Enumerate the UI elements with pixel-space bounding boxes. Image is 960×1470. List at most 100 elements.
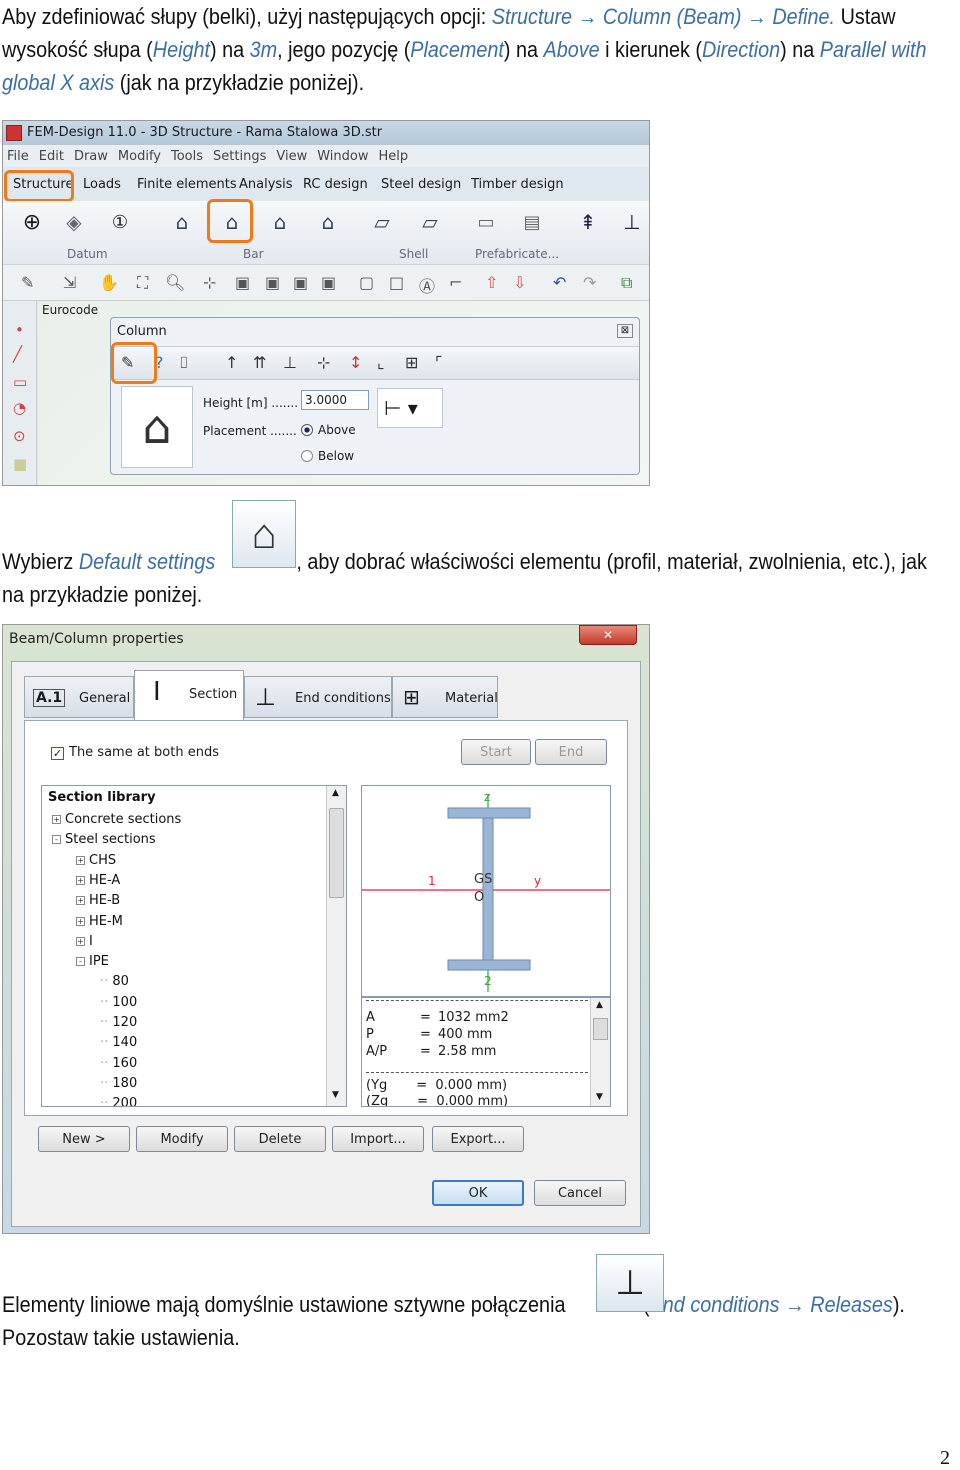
start-button[interactable]: Start [461,739,531,765]
expand-icon[interactable]: + [52,815,61,824]
datum-cube-icon[interactable]: ◈ [59,207,89,237]
tree-item[interactable]: + CHS [76,853,116,868]
scroll-down-icon[interactable]: ▼ [332,1090,339,1100]
menu-window[interactable]: Window [317,149,368,164]
left-region-icon[interactable]: ■ [13,455,27,473]
menu-edit[interactable]: Edit [39,149,64,164]
toolbar-rect-icon[interactable]: □ [389,273,404,292]
direction-dropdown[interactable]: ⊢ ▾ [377,388,443,428]
toolbar-view-icon[interactable]: ⊹ [203,273,216,292]
toolbar-up-icon[interactable]: ⇧ [485,273,498,292]
toolbar-text-icon[interactable]: Ⓐ [419,273,435,297]
menu-tools[interactable]: Tools [171,149,203,164]
toolbar-dim-icon[interactable]: ⌐ [449,273,462,292]
tab-loads[interactable]: Loads [83,177,121,192]
tree-item[interactable]: + HE-M [76,914,123,929]
tree-item[interactable]: ·· 140 [100,1035,137,1050]
expand-icon[interactable]: + [76,936,85,946]
support-icon[interactable]: ⇞ [573,207,603,237]
tab-rc-design[interactable]: RC design [303,177,368,192]
properties-scrollbar[interactable]: ▲ ▼ [590,998,610,1106]
datum-number-icon[interactable]: ① [105,207,135,237]
prop-scroll-down-icon[interactable]: ▼ [596,1092,603,1102]
left-line-icon[interactable]: ╱ [13,345,22,363]
collapse-icon[interactable]: - [52,835,61,845]
axes-icon[interactable]: ⊥ [617,207,647,237]
expand-icon[interactable]: + [76,855,85,865]
toolbar-layers-icon[interactable]: ⧉ [621,273,632,293]
tree-item[interactable]: ·· 80 [100,974,129,989]
tree-item[interactable]: ·· 200 [100,1096,137,1106]
new-button[interactable]: New > [38,1126,130,1152]
left-rect-icon[interactable]: ▭ [13,373,27,391]
menu-settings[interactable]: Settings [213,149,266,164]
tree-item[interactable]: ·· 100 [100,995,137,1010]
scroll-thumb[interactable] [329,808,344,898]
tab-finite-elements[interactable]: Finite elements [137,177,237,192]
tree-item[interactable]: ·· 120 [100,1015,137,1030]
tree-scrollbar[interactable]: ▲ ▼ [326,786,346,1106]
scroll-up-icon[interactable]: ▲ [332,788,339,798]
below-radio[interactable] [301,450,313,462]
toolbar-zoom-extent-icon[interactable]: ⛶ [137,273,148,293]
tree-item[interactable]: - Steel sections [52,832,156,847]
direction-up-icon[interactable]: ↑ [225,353,238,372]
expand-icon[interactable]: + [76,875,85,885]
delete-button[interactable]: Delete [234,1126,326,1152]
height-input[interactable]: 3.0000 [301,390,369,410]
bar-add-icon[interactable]: ⌂ [313,207,343,237]
tree-item[interactable]: + I [76,934,93,949]
corner-icon[interactable]: ⌜ [435,353,443,372]
tree-item[interactable]: ·· 160 [100,1056,137,1071]
tab-steel-design[interactable]: Steel design [381,177,461,192]
tab-general[interactable]: A.1 General [24,676,134,718]
modify-button[interactable]: Modify [136,1126,228,1152]
export-button[interactable]: Export... [432,1126,524,1152]
shell-plate-icon[interactable]: ▱ [367,207,397,237]
datum-point-icon[interactable]: ⊕ [17,207,47,237]
toolbar-down-icon[interactable]: ⇩ [513,273,526,292]
left-circle-icon[interactable]: ⊙ [13,427,26,445]
menu-file[interactable]: File [7,149,29,164]
collapse-icon[interactable]: - [76,957,85,967]
direction-base-icon[interactable]: ⊥ [283,353,297,372]
bar-truss-icon[interactable]: ⌂ [265,207,295,237]
end-button[interactable]: End [535,739,607,765]
toolbar-move-icon[interactable]: ⇲ [63,273,76,292]
point-icon[interactable]: ⌞ [377,353,385,372]
left-arc-icon[interactable]: ◔ [13,399,26,417]
section-library-tree[interactable]: Section library + Concrete sections - Steel… [41,785,347,1107]
toolbar-hand-icon[interactable]: ✋ [99,273,119,292]
above-radio[interactable] [301,424,313,436]
prop-scroll-thumb[interactable] [593,1018,608,1040]
section-icon[interactable]: ⌷ [179,353,189,373]
tree-item[interactable]: ·· 180 [100,1076,137,1091]
toolbar-undo-icon[interactable]: ↶ [553,273,566,292]
direction-double-icon[interactable]: ⇈ [253,353,266,372]
tree-item[interactable]: + HE-A [76,873,120,888]
prefab-hollow-icon[interactable]: ▭ [471,207,501,237]
menu-draw[interactable]: Draw [74,149,108,164]
tab-end-conditions[interactable]: ⊥ End conditions [244,676,392,718]
menu-view[interactable]: View [276,149,307,164]
tree-item[interactable]: - IPE [76,954,109,969]
prop-scroll-up-icon[interactable]: ▲ [596,1000,603,1010]
toolbar-tool-icon[interactable]: ✎ [21,273,34,292]
tab-timber-design[interactable]: Timber design [471,177,564,192]
toolbar-cube4-icon[interactable]: ▣ [321,273,336,292]
tab-analysis[interactable]: Analysis [239,177,293,192]
expand-icon[interactable]: + [76,896,85,906]
tab-material[interactable]: ⊞ Material [392,676,498,718]
panel-close-icon[interactable]: ⊠ [617,324,633,338]
toolbar-redo-icon[interactable]: ↷ [583,273,596,292]
menu-modify[interactable]: Modify [118,149,161,164]
ok-button[interactable]: OK [432,1180,524,1206]
close-button[interactable]: ✕ [579,625,637,645]
toolbar-cube3-icon[interactable]: ▣ [293,273,308,292]
cancel-button[interactable]: Cancel [534,1180,626,1206]
menu-help[interactable]: Help [378,149,408,164]
toolbar-cube1-icon[interactable]: ▣ [235,273,250,292]
toolbar-zoom-icon[interactable]: 🔍︎ [165,273,185,292]
grid-icon[interactable]: ⊞ [405,353,418,372]
shell-wall-icon[interactable]: ▱ [415,207,445,237]
